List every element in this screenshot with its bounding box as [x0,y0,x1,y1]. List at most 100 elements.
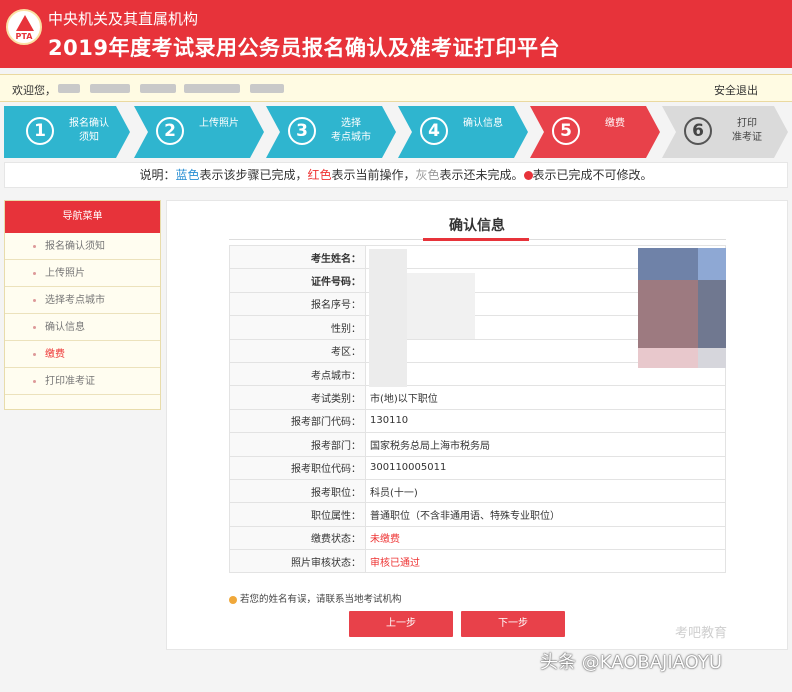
row-value: 普通职位（不含非通用语、特殊专业职位） [365,502,726,527]
step-legend: 说明：蓝色表示该步骤已完成，红色表示当前操作，灰色表示还未完成。 表示已完成不可修… [4,162,788,188]
note-text: 若您的姓名有误，请联系当地考试机构 [240,594,402,605]
sidebar-item-select-city[interactable]: 选择考点城市 [5,287,160,314]
row-key: 缴费状态： [229,525,366,551]
redacted-username [140,84,176,93]
legend-grey: 灰色 [415,168,440,182]
logo-text: PTA [15,32,33,41]
step-6[interactable]: 6 打印 准考证 [662,106,788,158]
bullet-icon [33,299,36,302]
row-value: 130110 [365,408,726,434]
locked-dot-icon [523,171,533,180]
sidebar-item-upload-photo[interactable]: 上传照片 [5,260,160,287]
table-row: 考试类别： 市(地)以下职位 [229,385,726,410]
legend-text: 说明： [139,168,176,182]
sidebar-item-label: 选择考点城市 [45,295,105,306]
sidebar-item-label: 缴费 [45,349,65,360]
title-underline [423,238,529,241]
sidebar-item-label: 上传照片 [45,268,85,279]
sidebar-item-label: 打印准考证 [45,376,95,387]
legend-text: 表示该步骤已完成， [199,168,308,182]
step-number: 4 [420,117,448,145]
sidebar-item-confirm-info[interactable]: 确认信息 [5,314,160,341]
user-bar: 欢迎您， 安全退出 [0,74,792,102]
info-icon [229,595,237,604]
sidebar-item-label: 报名确认须知 [45,241,105,252]
row-key: 报名序号： [229,291,366,317]
step-label: 上传照片 [199,118,239,129]
bullet-icon [33,245,36,248]
sidebar-item-payment[interactable]: 缴费 [5,341,160,368]
row-key: 报考部门： [229,432,366,457]
header-subtitle: 中央机关及其直属机构 [48,10,199,28]
page-header: PTA 中央机关及其直属机构 2019年度考试录用公务员报名确认及准考证打印平台 [0,0,792,68]
bullet-icon [33,326,36,329]
step-label: 缴费 [605,118,625,129]
legend-text: 表示还未完成。 [439,168,524,182]
sidebar-title: 导航菜单 [5,201,160,233]
step-label: 确认信息 [463,118,503,129]
redacted-personal-info [407,273,475,339]
row-key: 职位属性： [229,502,366,527]
pta-logo: PTA [6,9,42,45]
legend-text: 表示当前操作， [331,168,416,182]
table-row: 照片审核状态： 审核已通过 [229,549,726,574]
main-panel: 确认信息 考生姓名： 证件号码： 报名序号： 性别： 考区： 考点城市： 考试类… [166,200,788,650]
row-key: 考点城市： [229,361,366,387]
name-error-note: 若您的姓名有误，请联系当地考试机构 [229,591,402,605]
sidebar-item-print-ticket[interactable]: 打印准考证 [5,368,160,395]
row-key: 考区： [229,338,366,363]
row-key: 报考部门代码： [229,408,366,434]
row-value: 市(地)以下职位 [365,385,726,410]
row-key: 性别： [229,315,366,340]
step-label: 打印 准考证 [732,118,762,143]
nav-sidebar: 导航菜单 报名确认须知 上传照片 选择考点城市 确认信息 缴费 打印准考证 [4,200,161,410]
logout-link[interactable]: 安全退出 [714,82,758,98]
next-step-button[interactable]: 下一步 [461,611,565,637]
redacted-username [90,84,130,93]
redacted-username [250,84,284,93]
row-value: 300110005011 [365,455,726,480]
header-title: 2019年度考试录用公务员报名确认及准考证打印平台 [48,36,560,60]
redacted-photo [638,248,698,280]
step-label: 选择 考点城市 [331,118,371,143]
step-number: 5 [552,117,580,145]
step-number: 3 [288,117,316,145]
table-row: 职位属性： 普通职位（不含非通用语、特殊专业职位） [229,502,726,527]
legend-text: 表示已完成不可修改。 [532,168,653,182]
step-4[interactable]: 4 确认信息 [398,106,528,158]
table-row: 报考部门： 国家税务总局上海市税务局 [229,432,726,457]
step-label: 报名确认 须知 [69,118,109,143]
step-number: 2 [156,117,184,145]
legend-red: 红色 [307,168,332,182]
row-key: 证件号码： [229,268,366,293]
redacted-username [184,84,240,93]
redacted-photo [638,280,698,348]
watermark-small: 考吧教育 [675,626,728,641]
legend-blue: 蓝色 [175,168,200,182]
redacted-username [58,84,80,93]
redacted-photo [698,248,726,280]
bullet-icon [33,353,36,356]
page-title: 确认信息 [449,218,505,234]
row-key: 照片审核状态： [229,549,366,574]
row-key: 考试类别： [229,385,366,410]
step-number: 6 [684,117,712,145]
step-2[interactable]: 2 上传照片 [134,106,264,158]
photo-status-value: 审核已通过 [365,549,726,574]
table-row: 报考职位： 科员(十一) [229,478,726,504]
step-3[interactable]: 3 选择 考点城市 [266,106,396,158]
step-progress: 1 报名确认 须知 2 上传照片 3 选择 考点城市 4 确认信息 5 缴费 6… [0,106,792,158]
redacted-photo [638,348,698,368]
bullet-icon [33,272,36,275]
table-row: 报考职位代码： 300110005011 [229,455,726,480]
table-row: 缴费状态： 未缴费 [229,525,726,551]
step-5[interactable]: 5 缴费 [530,106,660,158]
payment-status-value: 未缴费 [365,525,726,551]
row-value: 国家税务总局上海市税务局 [365,432,726,457]
sidebar-item-notice[interactable]: 报名确认须知 [5,233,160,260]
row-key: 报考职位代码： [229,455,366,480]
step-1[interactable]: 1 报名确认 须知 [4,106,130,158]
prev-step-button[interactable]: 上一步 [349,611,453,637]
step-number: 1 [26,117,54,145]
redacted-photo [698,348,726,368]
